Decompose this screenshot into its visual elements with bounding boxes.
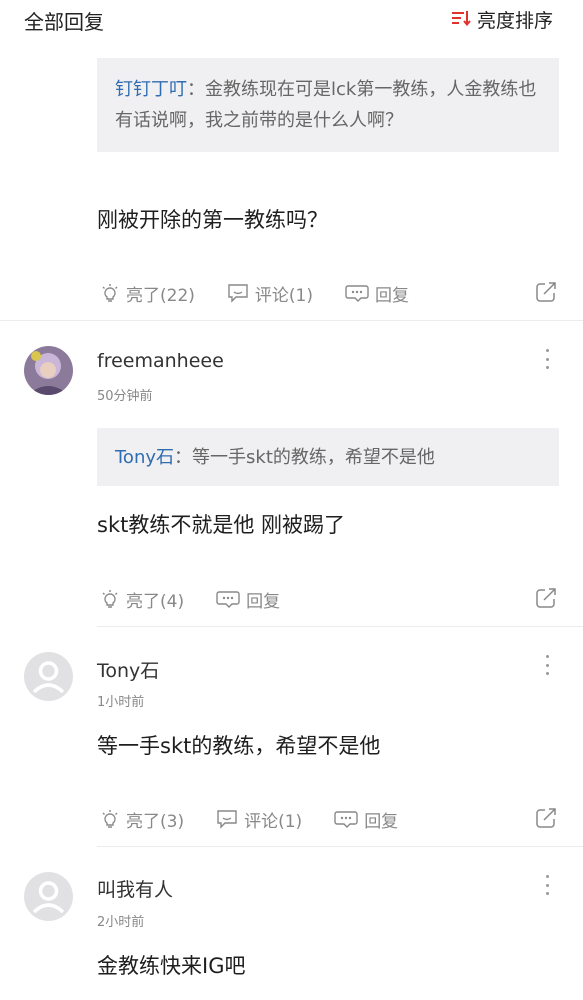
comment-content: 刚被开除的第一教练吗？ [97, 208, 328, 232]
lightbulb-icon [102, 810, 118, 828]
comment-content: 金教练快来IG吧 [97, 954, 246, 978]
reply-bubble-icon [216, 591, 240, 608]
username[interactable]: freemanheee [97, 350, 224, 372]
more-options-icon[interactable] [546, 875, 550, 895]
avatar[interactable] [24, 652, 73, 701]
quoted-text: 等一手skt的教练，希望不是他 [192, 447, 435, 468]
reply-button[interactable]: 回复 [345, 281, 409, 306]
quoted-reply[interactable]: Tony石：等一手skt的教练，希望不是他 [97, 428, 559, 486]
timestamp: 2小时前 [97, 915, 145, 930]
divider [0, 320, 583, 321]
reply-button[interactable]: 回复 [216, 587, 280, 612]
reply-button[interactable]: 回复 [334, 807, 398, 832]
avatar[interactable] [24, 872, 73, 921]
comment-icon [217, 810, 237, 829]
avatar[interactable] [24, 346, 73, 395]
timestamp: 50分钟前 [97, 389, 153, 404]
lightbulb-icon [102, 590, 118, 608]
timestamp: 1小时前 [97, 695, 145, 710]
comment-actions: 亮了(3) 评论(1) 回复 [100, 804, 559, 834]
username[interactable]: 叫我有人 [97, 875, 173, 902]
reply-bubble-icon [334, 811, 358, 828]
like-button[interactable]: 亮了(4) [100, 587, 184, 612]
more-options-icon[interactable] [546, 655, 550, 675]
lightbulb-icon [102, 284, 118, 302]
share-icon[interactable] [535, 281, 557, 308]
comment-content: skt教练不就是他 刚被踢了 [97, 513, 346, 537]
more-options-icon[interactable] [546, 349, 550, 369]
share-icon[interactable] [535, 587, 557, 614]
share-icon[interactable] [535, 807, 557, 834]
divider [97, 626, 583, 627]
quoted-reply[interactable]: 钉钉丁叮：金教练现在可是lck第一教练，人金教练也有话说啊，我之前带的是什么人啊… [97, 58, 559, 152]
like-button[interactable]: 亮了(22) [100, 281, 195, 306]
comment-button[interactable]: 评论(1) [216, 807, 302, 832]
comment-actions: 亮了(22) 评论(1) 回复 [100, 278, 559, 308]
sort-button[interactable]: 亮度排序 [451, 6, 553, 33]
comment-icon [228, 284, 248, 303]
quoted-username[interactable]: 钉钉丁叮 [115, 79, 187, 100]
page-title: 全部回复 [24, 10, 104, 34]
comment-button[interactable]: 评论(1) [227, 281, 313, 306]
divider [97, 846, 583, 847]
reply-bubble-icon [345, 285, 369, 302]
quoted-username[interactable]: Tony石 [115, 447, 174, 468]
like-button[interactable]: 亮了(3) [100, 807, 184, 832]
sort-icon [451, 9, 471, 31]
comment-actions: 亮了(4) 回复 [100, 584, 559, 614]
comment-content: 等一手skt的教练，希望不是他 [97, 734, 381, 758]
username[interactable]: Tony石 [97, 656, 159, 683]
sort-label: 亮度排序 [476, 10, 553, 32]
